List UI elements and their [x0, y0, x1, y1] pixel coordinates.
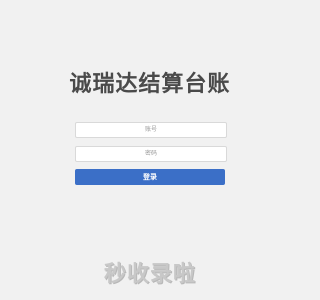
- account-input[interactable]: [75, 122, 227, 138]
- password-input[interactable]: [75, 146, 227, 162]
- login-page: 诚瑞达结算台账 登录 秒收录啦: [0, 0, 300, 300]
- login-button[interactable]: 登录: [75, 169, 225, 185]
- watermark-text: 秒收录啦: [103, 262, 196, 287]
- page-title: 诚瑞达结算台账: [69, 72, 231, 97]
